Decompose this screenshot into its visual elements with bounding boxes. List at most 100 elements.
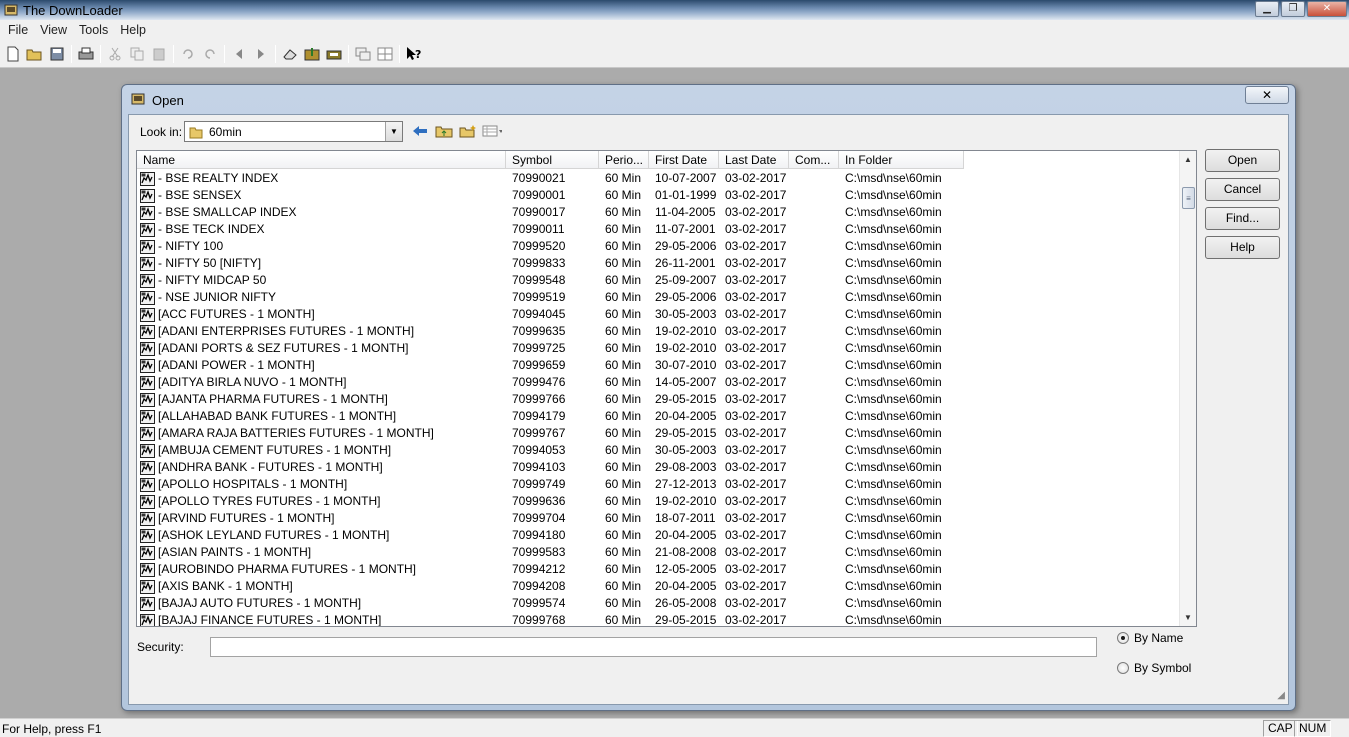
radio-by-symbol-dot[interactable] (1117, 662, 1129, 674)
folder-tool-icon[interactable] (323, 43, 345, 65)
cell-name: - NIFTY 50 [NIFTY] (137, 255, 506, 272)
toolbar-separator (275, 44, 276, 63)
table-row[interactable]: [AXIS BANK - 1 MONTH] 70994208 60 Min 20-04… (137, 578, 1180, 595)
table-row[interactable]: [BAJAJ FINANCE FUTURES - 1 MONTH] 7099976… (137, 612, 1180, 626)
table-row[interactable]: [ACC FUTURES - 1 MONTH] 70994045 60 Min 30-… (137, 306, 1180, 323)
eraser-icon[interactable] (279, 43, 301, 65)
table-row[interactable]: [ANDHRA BANK - FUTURES - 1 MONTH] 7099410… (137, 459, 1180, 476)
security-file-icon (140, 392, 155, 407)
security-file-icon (140, 596, 155, 611)
column-header-period[interactable]: Perio... (599, 151, 649, 169)
security-name: [ANDHRA BANK - FUTURES - 1 MONTH] (158, 460, 383, 474)
redo-icon[interactable] (199, 43, 221, 65)
dialog-close-button[interactable]: ✕ (1245, 86, 1289, 104)
table-row[interactable]: - NIFTY 100 70999520 60 Min 29-05-2006 03-02… (137, 238, 1180, 255)
table-row[interactable]: [ASHOK LEYLAND FUTURES - 1 MONTH] 7099418… (137, 527, 1180, 544)
undo-icon[interactable] (177, 43, 199, 65)
scroll-up-icon[interactable]: ▲ (1180, 151, 1196, 168)
column-header-symbol[interactable]: Symbol (506, 151, 599, 169)
column-header-first-date[interactable]: First Date (649, 151, 719, 169)
maximize-button[interactable]: ❐ (1281, 1, 1305, 17)
table-row[interactable]: [ARVIND FUTURES - 1 MONTH] 70999704 60 Min… (137, 510, 1180, 527)
help-pointer-icon[interactable]: ? (403, 43, 425, 65)
table-row[interactable]: [ADANI POWER - 1 MONTH] 70999659 60 Min 30-… (137, 357, 1180, 374)
cell-symbol: 70994103 (512, 460, 566, 474)
menu-file[interactable]: File (2, 23, 34, 37)
cell-last-date: 03-02-2017 (725, 324, 787, 338)
cascade-window-icon[interactable] (352, 43, 374, 65)
cell-last-date: 03-02-2017 (725, 511, 787, 525)
window-controls: ▁ ❐ ✕ (1255, 1, 1347, 17)
table-row[interactable]: - BSE SENSEX 70990001 60 Min 01-01-1999 03-0… (137, 187, 1180, 204)
forward-icon[interactable] (250, 43, 272, 65)
table-row[interactable]: [ALLAHABAD BANK FUTURES - 1 MONTH] 709941… (137, 408, 1180, 425)
column-header-company[interactable]: Com... (789, 151, 839, 169)
view-menu-icon[interactable] (482, 122, 502, 140)
download-icon[interactable] (301, 43, 323, 65)
table-row[interactable]: [AUROBINDO PHARMA FUTURES - 1 MONTH] 7099… (137, 561, 1180, 578)
cell-name: - NIFTY MIDCAP 50 (137, 272, 506, 289)
minimize-button[interactable]: ▁ (1255, 1, 1279, 17)
scroll-thumb[interactable]: ≡ (1182, 187, 1195, 209)
table-row[interactable]: - NSE JUNIOR NIFTY 70999519 60 Min 29-05-20… (137, 289, 1180, 306)
table-row[interactable]: - BSE TECK INDEX 70990011 60 Min 11-07-2001… (137, 221, 1180, 238)
table-row[interactable]: [AMBUJA CEMENT FUTURES - 1 MONTH] 7099405… (137, 442, 1180, 459)
table-row[interactable]: - NIFTY MIDCAP 50 70999548 60 Min 25-09-200… (137, 272, 1180, 289)
copy-icon[interactable] (126, 43, 148, 65)
radio-by-symbol[interactable]: By Symbol (1117, 661, 1191, 675)
table-row[interactable]: [AJANTA PHARMA FUTURES - 1 MONTH] 7099976… (137, 391, 1180, 408)
dialog-title: Open (152, 93, 184, 108)
radio-by-name-dot[interactable] (1117, 632, 1129, 644)
cell-period: 60 Min (605, 443, 642, 457)
grid-icon[interactable] (374, 43, 396, 65)
cell-symbol: 70999635 (512, 324, 566, 338)
cell-last-date: 03-02-2017 (725, 596, 787, 610)
cell-period: 60 Min (605, 307, 642, 321)
cell-last-date: 03-02-2017 (725, 273, 787, 287)
column-header-name[interactable]: Name (137, 151, 506, 169)
column-header-last-date[interactable]: Last Date (719, 151, 789, 169)
table-row[interactable]: - BSE SMALLCAP INDEX 70990017 60 Min 11-04-… (137, 204, 1180, 221)
look-in-dropdown[interactable]: 60min ▼ (184, 121, 403, 142)
vertical-scrollbar[interactable]: ▲ ≡ ▼ (1179, 151, 1196, 626)
chevron-down-icon[interactable]: ▼ (385, 122, 402, 141)
help-button[interactable]: Help (1205, 236, 1280, 259)
table-row[interactable]: [AMARA RAJA BATTERIES FUTURES - 1 MONTH]… (137, 425, 1180, 442)
security-name: - NIFTY 100 (158, 239, 224, 253)
table-row[interactable]: - NIFTY 50 [NIFTY] 70999833 60 Min 26-11-20… (137, 255, 1180, 272)
column-header-in-folder[interactable]: In Folder (839, 151, 964, 169)
table-row[interactable]: [BAJAJ AUTO FUTURES - 1 MONTH] 70999574 60… (137, 595, 1180, 612)
security-file-icon (140, 307, 155, 322)
cut-icon[interactable] (104, 43, 126, 65)
resize-grip-icon[interactable]: ◢ (1277, 690, 1285, 701)
table-row[interactable]: [ADITYA BIRLA NUVO - 1 MONTH] 70999476 60 … (137, 374, 1180, 391)
menu-help[interactable]: Help (114, 23, 152, 37)
open-icon[interactable] (24, 43, 46, 65)
table-row[interactable]: - BSE REALTY INDEX 70990021 60 Min 10-07-20… (137, 170, 1180, 187)
menu-view[interactable]: View (34, 23, 73, 37)
go-back-icon[interactable] (410, 122, 430, 140)
table-row[interactable]: [APOLLO TYRES FUTURES - 1 MONTH] 70999636… (137, 493, 1180, 510)
print-icon[interactable] (75, 43, 97, 65)
paste-icon[interactable] (148, 43, 170, 65)
security-input[interactable] (210, 637, 1097, 657)
find-button[interactable]: Find... (1205, 207, 1280, 230)
cancel-button[interactable]: Cancel (1205, 178, 1280, 201)
table-row[interactable]: [APOLLO HOSPITALS - 1 MONTH] 70999749 60 M… (137, 476, 1180, 493)
open-button[interactable]: Open (1205, 149, 1280, 172)
close-window-button[interactable]: ✕ (1307, 1, 1347, 17)
table-row[interactable]: [ASIAN PAINTS - 1 MONTH] 70999583 60 Min 21… (137, 544, 1180, 561)
cell-last-date: 03-02-2017 (725, 528, 787, 542)
radio-by-name[interactable]: By Name (1117, 631, 1183, 645)
new-folder-icon[interactable] (458, 122, 478, 140)
file-list[interactable]: Name Symbol Perio... First Date Last Dat… (136, 150, 1197, 627)
back-icon[interactable] (228, 43, 250, 65)
up-folder-icon[interactable] (434, 122, 454, 140)
new-icon[interactable] (2, 43, 24, 65)
cell-name: - BSE SENSEX (137, 187, 506, 204)
save-icon[interactable] (46, 43, 68, 65)
scroll-down-icon[interactable]: ▼ (1180, 609, 1196, 626)
table-row[interactable]: [ADANI PORTS & SEZ FUTURES - 1 MONTH] 709… (137, 340, 1180, 357)
menu-tools[interactable]: Tools (73, 23, 114, 37)
table-row[interactable]: [ADANI ENTERPRISES FUTURES - 1 MONTH] 709… (137, 323, 1180, 340)
